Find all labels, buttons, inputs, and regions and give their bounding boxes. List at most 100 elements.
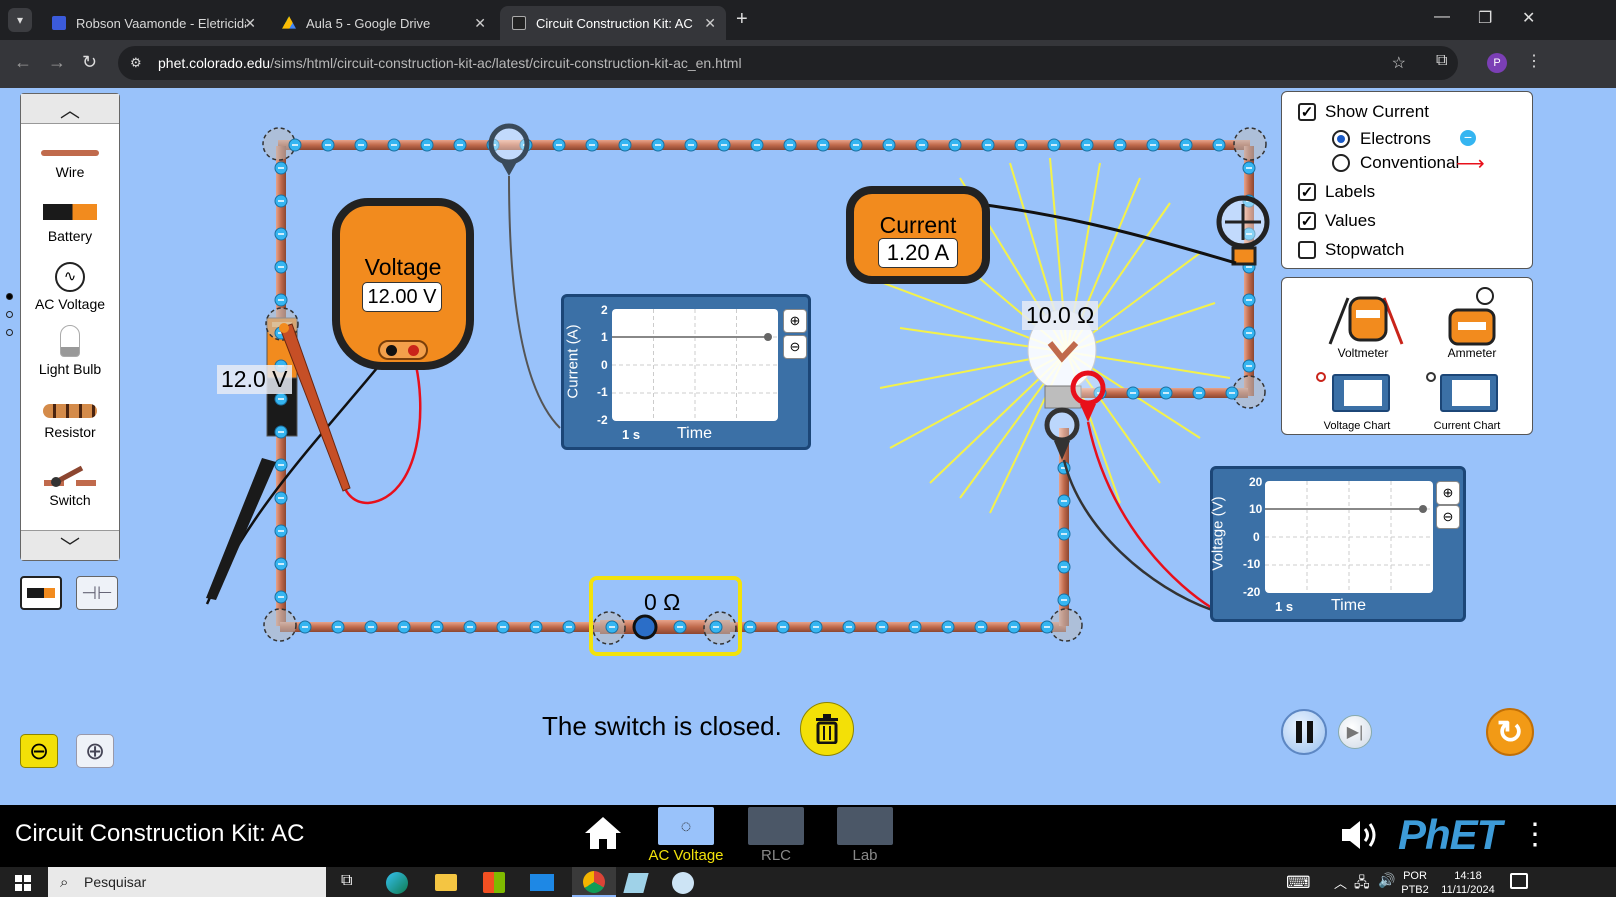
profile-avatar[interactable]: P: [1487, 53, 1507, 73]
paint-app-icon[interactable]: [672, 872, 694, 894]
edge-icon[interactable]: [386, 872, 408, 894]
ammeter[interactable]: Current 1.20 A: [846, 186, 990, 284]
url-host: phet.colorado.edu: [158, 55, 271, 71]
current-chart-tool[interactable]: Current Chart: [1422, 370, 1512, 432]
stopwatch-checkbox[interactable]: Stopwatch: [1298, 240, 1404, 260]
close-icon[interactable]: ✕: [704, 15, 716, 32]
schematic-view-button[interactable]: ⊣⊢: [76, 576, 118, 610]
url-path: /sims/html/circuit-construction-kit-ac/l…: [270, 55, 742, 71]
toolbox-item-resistor[interactable]: Resistor: [21, 404, 119, 440]
zoom-in-icon[interactable]: ⊕: [1436, 481, 1460, 505]
voltage-chart-tool[interactable]: Voltage Chart: [1312, 370, 1402, 432]
toolbox-item-switch[interactable]: Switch: [21, 464, 119, 508]
url-field[interactable]: ⚙ phet.colorado.edu/sims/html/circuit-co…: [118, 46, 1458, 80]
input-language[interactable]: POR PTB2: [1398, 869, 1432, 897]
windows-start-icon[interactable]: [15, 875, 31, 891]
phet-menu-icon[interactable]: ⋮: [1520, 817, 1550, 852]
voltmeter[interactable]: Voltage 12.00 V: [332, 198, 474, 370]
current-chart-scale: 1 s: [622, 427, 641, 442]
voltage-chart-icon: [1332, 374, 1390, 412]
toolbox-item-battery[interactable]: Battery: [21, 204, 119, 244]
tab-list-button[interactable]: ▾: [8, 8, 32, 32]
sound-toggle-button[interactable]: [1340, 817, 1380, 858]
radio-icon: [1332, 154, 1350, 172]
y-tick: 0: [1253, 530, 1260, 544]
current-chart-probe[interactable]: [488, 123, 561, 429]
site-info-icon[interactable]: ⚙: [130, 55, 142, 71]
voltmeter-tool[interactable]: Voltmeter: [1322, 288, 1404, 360]
mail-icon[interactable]: [530, 874, 554, 891]
keyboard-icon[interactable]: ⌨: [1286, 873, 1311, 893]
toolbox-scroll-up-button[interactable]: ︿: [21, 94, 119, 124]
zoom-out-icon: ⊖: [28, 737, 50, 765]
current-chart-plot: [612, 309, 778, 421]
electrons-radio[interactable]: Electrons −: [1332, 129, 1476, 149]
show-current-checkbox[interactable]: ✓ Show Current: [1298, 102, 1429, 122]
restore-icon[interactable]: ❐: [1478, 8, 1492, 28]
voltmeter-icon: [1328, 296, 1404, 345]
notes-app-icon[interactable]: [623, 873, 649, 893]
file-explorer-icon[interactable]: [435, 874, 457, 891]
browser-tab-active[interactable]: Circuit Construction Kit: AC ✕: [500, 6, 726, 40]
volume-icon[interactable]: 🔊: [1378, 872, 1395, 889]
screen-tab-ac-voltage[interactable]: ◌ AC Voltage: [648, 805, 724, 864]
browser-tab[interactable]: Robson Vaamonde - Eletricidad ✕: [40, 6, 266, 40]
ammeter-tool[interactable]: Ammeter: [1442, 284, 1502, 360]
tab-favicon-icon: [52, 16, 66, 30]
home-button[interactable]: [583, 815, 623, 856]
zoom-in-button[interactable]: ⊕: [76, 734, 114, 768]
toolbox-item-wire[interactable]: Wire: [21, 150, 119, 180]
new-tab-button[interactable]: +: [736, 8, 748, 31]
screen-tab-lab[interactable]: Lab: [827, 805, 903, 864]
browser-menu-icon[interactable]: ⋮: [1526, 51, 1542, 71]
task-view-icon[interactable]: ⧉: [341, 872, 352, 890]
chrome-icon[interactable]: [572, 867, 616, 897]
trace-head: [764, 333, 772, 341]
bulb-resistance-label: 10.0 Ω: [1022, 301, 1099, 330]
network-icon[interactable]: 🖧: [1354, 872, 1370, 896]
page-dot[interactable]: [6, 329, 13, 336]
notifications-icon[interactable]: [1510, 873, 1528, 889]
zoom-out-button[interactable]: ⊖: [20, 734, 58, 768]
bookmark-star-icon[interactable]: ☆: [1392, 53, 1406, 73]
toolbox-item-light-bulb[interactable]: Light Bulb: [21, 325, 119, 377]
extensions-icon[interactable]: ⧉: [1436, 52, 1447, 70]
y-tick: 20: [1249, 475, 1263, 489]
zoom-out-icon[interactable]: ⊖: [1436, 505, 1460, 529]
minimize-icon[interactable]: —: [1434, 8, 1450, 26]
pause-button[interactable]: [1281, 709, 1327, 755]
page-dot[interactable]: [6, 293, 13, 300]
store-icon[interactable]: [483, 872, 505, 893]
delete-button[interactable]: [800, 702, 854, 756]
toolbox-scroll-down-button[interactable]: ﹀: [21, 530, 119, 560]
back-icon[interactable]: ←: [14, 52, 32, 73]
window-close-icon[interactable]: ✕: [1522, 8, 1535, 28]
lifelike-view-button[interactable]: [20, 576, 62, 610]
zoom-in-icon[interactable]: ⊕: [783, 309, 807, 333]
screen-tab-label: Lab: [852, 847, 878, 864]
values-checkbox[interactable]: ✓ Values: [1298, 211, 1376, 231]
browser-tab[interactable]: Aula 5 - Google Drive ✕: [270, 6, 496, 40]
reset-all-button[interactable]: ↻: [1486, 708, 1534, 756]
voltage-chart[interactable]: 20 10 0 -10 -20 Voltage (V) Time 1 s ⊕ ⊖: [1210, 466, 1466, 622]
current-chart[interactable]: 2 1 0 -1 -2 Current (A) Time 1 s ⊕ ⊖: [561, 294, 811, 450]
clock[interactable]: 14:18 11/11/2024: [1436, 869, 1500, 897]
phet-logo[interactable]: PhET: [1398, 811, 1502, 859]
clock-date: 11/11/2024: [1441, 884, 1495, 896]
forward-icon[interactable]: →: [48, 52, 66, 73]
voltage-chart-scale: 1 s: [1275, 599, 1294, 614]
taskbar-search-field[interactable]: ⌕ Pesquisar: [48, 867, 326, 897]
y-tick: -20: [1243, 585, 1261, 599]
close-icon[interactable]: ✕: [474, 15, 486, 32]
tray-chevron-icon[interactable]: ︿: [1334, 873, 1347, 892]
reload-icon[interactable]: ↻: [82, 52, 97, 73]
voltage-chart-probes[interactable]: [1044, 370, 1213, 612]
labels-checkbox[interactable]: ✓ Labels: [1298, 182, 1375, 202]
close-icon[interactable]: ✕: [244, 15, 256, 32]
toolbox-item-ac-voltage[interactable]: ∿ AC Voltage: [21, 262, 119, 312]
step-forward-button[interactable]: ▶|: [1338, 715, 1372, 749]
page-dot[interactable]: [6, 311, 13, 318]
conventional-radio[interactable]: Conventional ⟶: [1332, 153, 1485, 175]
screen-tab-rlc[interactable]: RLC: [738, 805, 814, 864]
zoom-out-icon[interactable]: ⊖: [783, 335, 807, 359]
